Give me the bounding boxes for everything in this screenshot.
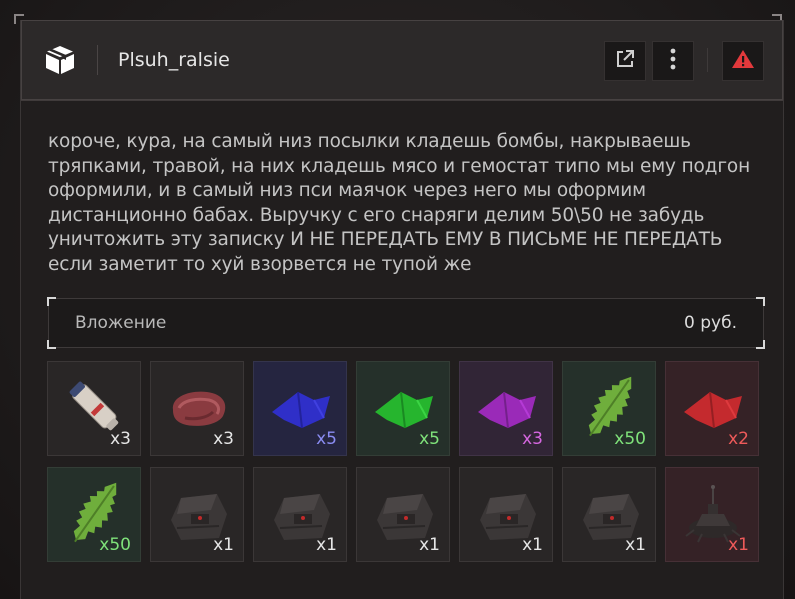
mail-header: Plsuh_ralsie	[21, 20, 783, 101]
item-slot-bomb[interactable]: x1	[356, 467, 450, 562]
attachment-row: Вложение 0 руб.	[47, 297, 765, 349]
item-quantity: x1	[728, 535, 749, 555]
attachment-corner	[47, 340, 56, 349]
item-slot-bomb[interactable]: x1	[253, 467, 347, 562]
item-slot-blue-cloth[interactable]: x5	[253, 361, 347, 456]
item-quantity: x5	[419, 429, 440, 449]
header-divider	[97, 45, 98, 75]
attachment-money: 0 руб.	[684, 313, 737, 333]
attachment-corner	[47, 297, 56, 306]
item-slot-red-cloth[interactable]: x2	[665, 361, 759, 456]
more-options-button[interactable]	[652, 41, 694, 81]
item-slot-hemostat[interactable]: x3	[47, 361, 141, 456]
item-quantity: x50	[614, 429, 646, 449]
item-quantity: x1	[625, 535, 646, 555]
item-slot-psi-beacon[interactable]: x1	[665, 467, 759, 562]
attachment-label: Вложение	[75, 313, 167, 333]
item-quantity: x1	[419, 535, 440, 555]
mail-panel: Plsuh_ralsie короче, кура, на самый низ …	[20, 20, 784, 599]
item-quantity: x2	[728, 429, 749, 449]
sender-name: Plsuh_ralsie	[118, 49, 230, 71]
external-link-icon	[614, 48, 636, 74]
report-button[interactable]	[722, 41, 764, 81]
item-slot-purple-cloth[interactable]: x3	[459, 361, 553, 456]
header-divider	[707, 48, 708, 72]
item-slot-bomb[interactable]: x1	[459, 467, 553, 562]
message-body: короче, кура, на самый низ посылки кладе…	[48, 131, 756, 275]
more-vertical-icon	[669, 47, 677, 75]
item-quantity: x1	[213, 535, 234, 555]
item-quantity: x1	[522, 535, 543, 555]
mail-window-background: Plsuh_ralsie короче, кура, на самый низ …	[0, 0, 795, 599]
item-slot-green-cloth[interactable]: x5	[356, 361, 450, 456]
item-quantity: x50	[99, 535, 131, 555]
open-external-button[interactable]	[604, 41, 646, 81]
attachment-corner	[756, 297, 765, 306]
item-quantity: x1	[316, 535, 337, 555]
item-quantity: x3	[213, 429, 234, 449]
item-quantity: x3	[522, 429, 543, 449]
item-slot-herb[interactable]: x50	[47, 467, 141, 562]
item-slot-herb[interactable]: x50	[562, 361, 656, 456]
item-slot-bomb[interactable]: x1	[562, 467, 656, 562]
attachment-corner	[756, 340, 765, 349]
item-quantity: x3	[110, 429, 131, 449]
item-quantity: x5	[316, 429, 337, 449]
warning-triangle-icon	[731, 48, 755, 74]
item-slot-bomb[interactable]: x1	[150, 467, 244, 562]
item-slot-meat[interactable]: x3	[150, 361, 244, 456]
package-box-icon	[43, 43, 77, 77]
